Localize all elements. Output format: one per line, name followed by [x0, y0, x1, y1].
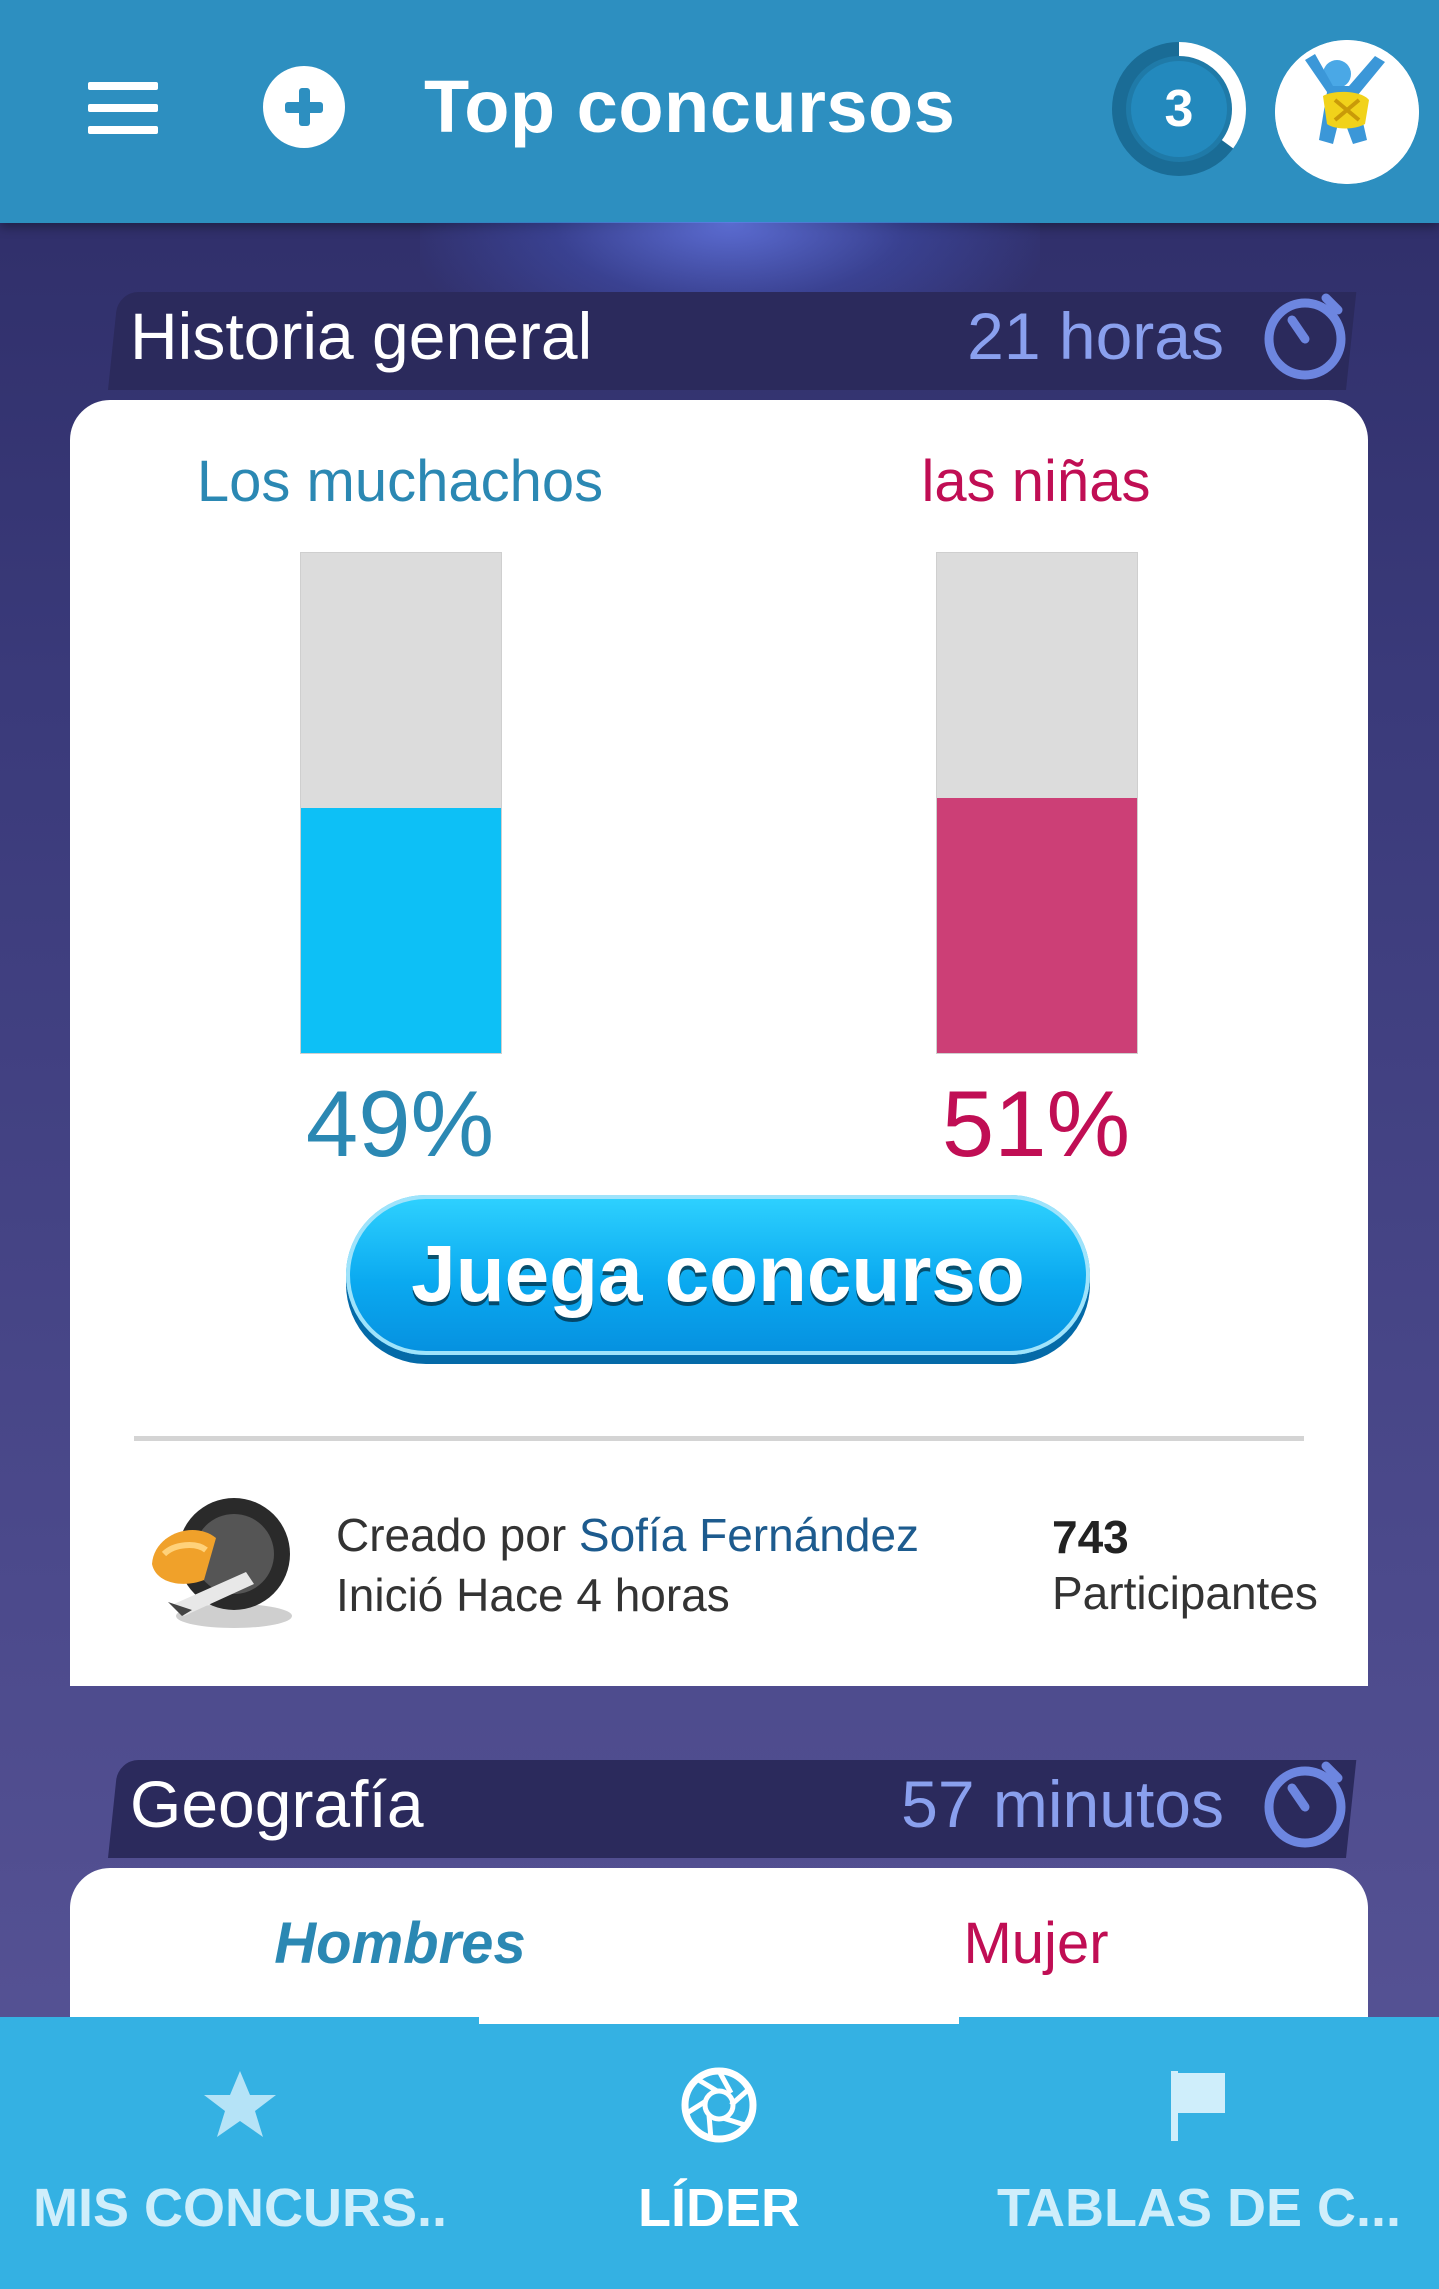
nav-tab-tables[interactable]: TABLAS DE C...: [959, 2017, 1439, 2289]
bottom-navigation: MIS CONCURS.. LÍDER TABLAS DE C...: [0, 2017, 1439, 2289]
team-a-percent: 49%: [305, 1071, 495, 1176]
nav-tab-label: TABLAS DE C...: [997, 2178, 1401, 2238]
creator-avatar[interactable]: [134, 1484, 296, 1634]
creator-name-link[interactable]: Sofía Fernández: [579, 1509, 919, 1561]
creator-prefix: Creado por: [336, 1509, 567, 1561]
active-tab-indicator: [479, 2010, 959, 2024]
avatar-figure-icon: [1275, 40, 1419, 184]
team-b-name: Mujer: [963, 1911, 1109, 1976]
nav-tab-label: MIS CONCURS..: [32, 2178, 448, 2238]
team-b-score-bar: [936, 552, 1138, 1054]
contest-category: Geografía: [130, 1767, 424, 1841]
contest-time-left: 21 horas: [967, 299, 1224, 373]
team-a-name: Los muchachos: [196, 449, 604, 514]
stopwatch-icon[interactable]: [1258, 1756, 1352, 1850]
flag-icon: [1171, 2071, 1225, 2141]
team-b-name: las niñas: [921, 449, 1151, 514]
creator-line: Creado por Sofía Fernández: [336, 1508, 919, 1562]
top-app-bar: Top concursos 3: [0, 0, 1439, 223]
nav-tab-my-contests[interactable]: MIS CONCURS..: [0, 2017, 480, 2289]
add-contest-button[interactable]: [263, 66, 345, 148]
play-contest-button[interactable]: Juega concurso: [346, 1195, 1090, 1355]
nav-tab-leader[interactable]: LÍDER: [479, 2017, 959, 2289]
team-b-percent: 51%: [941, 1071, 1131, 1176]
aperture-icon: [681, 2067, 757, 2143]
stopwatch-icon[interactable]: [1258, 288, 1352, 382]
menu-icon[interactable]: [84, 78, 160, 138]
team-a-name: Hombres: [274, 1911, 526, 1976]
nav-tab-label: LÍDER: [638, 2178, 800, 2238]
team-a-score-fill: [301, 808, 501, 1053]
user-avatar[interactable]: [1275, 40, 1419, 184]
page-title: Top concursos: [424, 65, 956, 148]
contest-time-left: 57 minutos: [901, 1767, 1224, 1841]
team-a-score-bar: [300, 552, 502, 1054]
participants-label: Participantes: [1052, 1567, 1318, 1619]
level-number: 3: [1164, 80, 1194, 138]
card-divider: [134, 1436, 1304, 1441]
contest-category: Historia general: [130, 299, 593, 373]
star-icon: [204, 2071, 276, 2137]
contest-start-time: Inició Hace 4 horas: [336, 1569, 730, 1621]
participants-count: 743: [1052, 1511, 1129, 1563]
team-b-score-fill: [937, 798, 1137, 1053]
